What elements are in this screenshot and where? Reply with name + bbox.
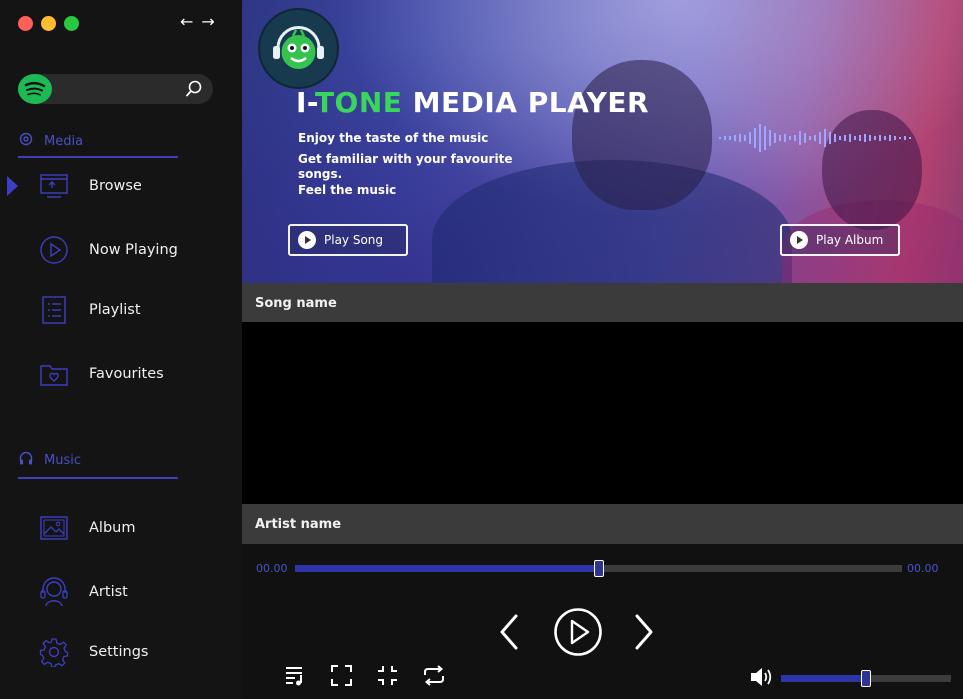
sidebar-item-label: Artist (89, 584, 128, 600)
search-icon[interactable] (185, 80, 203, 102)
headphones-icon (18, 450, 34, 470)
section-divider (18, 156, 178, 158)
app-logo-icon (258, 8, 339, 89)
sidebar-item-settings[interactable]: Settings (0, 630, 242, 674)
forward-arrow-button[interactable]: → (201, 12, 214, 31)
expand-icon (331, 665, 352, 686)
play-icon (298, 231, 316, 249)
repeat-icon (424, 665, 444, 686)
sidebar-item-label: Now Playing (89, 242, 178, 258)
song-name-bar: Song name (242, 283, 963, 323)
image-icon (38, 512, 70, 544)
fullscreen-button[interactable] (331, 665, 352, 690)
collapse-icon (378, 666, 397, 685)
play-circle-icon (38, 234, 70, 266)
banner-tagline: Enjoy the taste of the music (298, 131, 489, 145)
headset-user-icon (38, 576, 70, 608)
sidebar: ← → Media Browse Now Playing Playlist Fa… (0, 0, 242, 699)
spotify-logo-icon (18, 74, 52, 104)
volume-icon (751, 668, 772, 686)
total-time: 00.00 (907, 562, 939, 575)
song-name: Song name (255, 295, 337, 311)
play-song-label: Play Song (324, 233, 384, 247)
browse-icon (38, 170, 70, 202)
banner-tagline: Get familiar with your favourite (298, 152, 513, 166)
artist-name: Artist name (255, 516, 342, 532)
banner-title: I-TONE MEDIA PLAYER (296, 86, 649, 119)
list-icon (38, 294, 70, 326)
sidebar-item-favourites[interactable]: Favourites (0, 352, 242, 396)
section-music: Music (18, 450, 81, 470)
sidebar-item-label: Browse (89, 178, 142, 194)
soundwave-graphic (719, 124, 911, 152)
sidebar-item-label: Settings (89, 644, 149, 660)
banner-tagline: songs. (298, 167, 343, 181)
hero-banner: I-TONE MEDIA PLAYER Enjoy the taste of t… (242, 0, 963, 283)
search-bar (18, 74, 213, 104)
history-nav: ← → (180, 12, 215, 31)
banner-photo-figure (572, 60, 712, 210)
exit-fullscreen-button[interactable] (377, 665, 398, 690)
seek-bar-fill (295, 565, 599, 572)
sidebar-item-artist[interactable]: Artist (0, 570, 242, 614)
volume-slider[interactable] (781, 670, 951, 687)
previous-button[interactable] (498, 613, 520, 655)
sidebar-item-label: Favourites (89, 366, 164, 382)
window-controls (18, 16, 79, 31)
heart-folder-icon (38, 358, 70, 390)
gear-outline-icon (18, 131, 34, 151)
close-window-button[interactable] (18, 16, 33, 31)
seek-thumb[interactable] (594, 560, 604, 577)
play-icon (790, 231, 808, 249)
section-music-label: Music (44, 452, 81, 468)
play-album-button[interactable]: Play Album (780, 224, 900, 256)
next-button[interactable] (633, 613, 655, 655)
active-indicator (7, 176, 18, 196)
title-suffix: MEDIA PLAYER (402, 86, 650, 119)
gear-icon (38, 636, 70, 668)
play-song-button[interactable]: Play Song (288, 224, 408, 256)
chevron-left-icon (500, 614, 518, 650)
sidebar-item-browse[interactable]: Browse (0, 164, 242, 208)
search-input[interactable] (56, 79, 186, 99)
sidebar-item-playlist[interactable]: Playlist (0, 288, 242, 332)
current-time: 00.00 (256, 562, 288, 575)
volume-button[interactable] (749, 666, 773, 692)
banner-tagline: Feel the music (298, 183, 397, 197)
title-accent: TONE (314, 86, 403, 119)
volume-slider-fill (781, 675, 866, 682)
title-prefix: I- (296, 86, 315, 119)
repeat-button[interactable] (422, 665, 446, 690)
section-divider (18, 477, 178, 479)
sidebar-item-now-playing[interactable]: Now Playing (0, 228, 242, 272)
main-panel: I-TONE MEDIA PLAYER Enjoy the taste of t… (242, 0, 963, 699)
queue-button[interactable] (284, 664, 306, 690)
section-media: Media (18, 131, 83, 151)
artist-name-bar: Artist name (242, 504, 963, 544)
maximize-window-button[interactable] (64, 16, 79, 31)
back-arrow-button[interactable]: ← (180, 12, 193, 31)
play-button[interactable] (553, 607, 603, 661)
sidebar-item-label: Album (89, 520, 136, 536)
sidebar-item-album[interactable]: Album (0, 506, 242, 550)
seek-bar[interactable] (295, 560, 902, 577)
sidebar-item-label: Playlist (89, 302, 141, 318)
chevron-right-icon (635, 614, 653, 650)
play-album-label: Play Album (816, 233, 884, 247)
section-media-label: Media (44, 133, 84, 149)
video-area[interactable] (242, 322, 963, 504)
volume-thumb[interactable] (861, 670, 871, 687)
playlist-music-icon (286, 667, 302, 686)
play-circle-icon (554, 608, 602, 656)
minimize-window-button[interactable] (41, 16, 56, 31)
